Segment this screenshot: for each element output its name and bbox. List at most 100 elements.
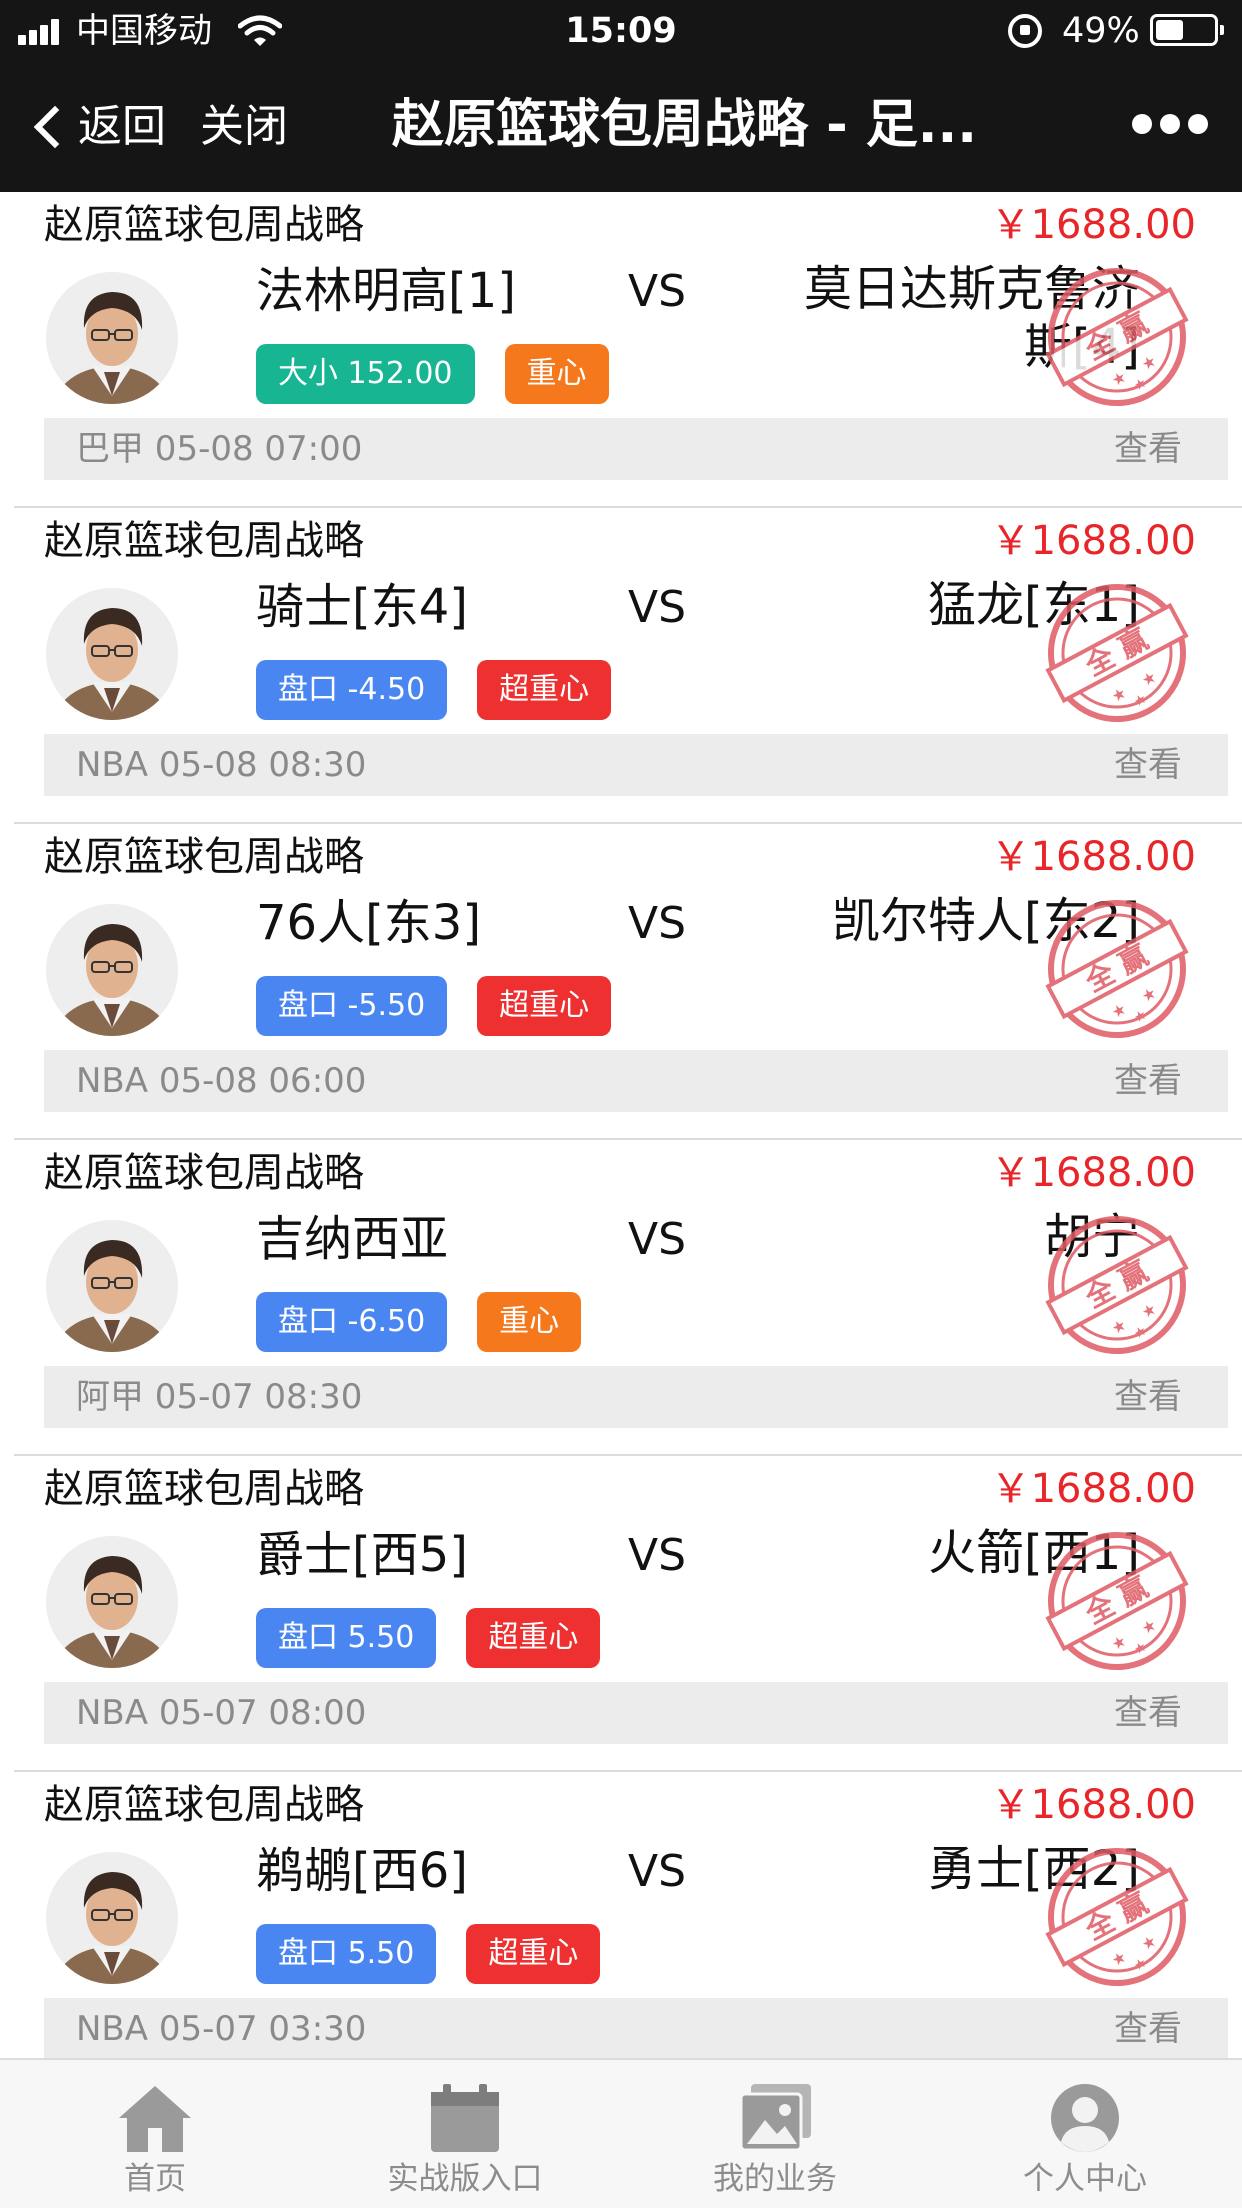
versus-label: VS (628, 898, 687, 949)
plan-title: 赵原篮球包周战略 (44, 1782, 364, 1828)
avatar (46, 272, 178, 404)
confidence-tag: 超重心 (477, 660, 612, 720)
versus-label: VS (628, 266, 687, 317)
tab-practice-entry[interactable]: 实战版入口 (310, 2060, 620, 2210)
home-team: 骑士[东4] (256, 579, 468, 635)
list-item[interactable]: 赵原篮球包周战略 ￥1688.00 法林明高[1] VS 莫日达斯克鲁济斯[4]… (0, 192, 1242, 508)
chevron-left-icon (33, 105, 77, 149)
win-stamp-icon: 全 赢 ★ ★ ★ (1045, 900, 1189, 1038)
odds-tag: 大小 152.00 (256, 344, 475, 404)
svg-text:★: ★ (1138, 351, 1160, 375)
match-info-bar: NBA 05-08 08:30 查看 (44, 734, 1228, 796)
avatar (46, 1852, 178, 1984)
avatar (46, 588, 178, 720)
status-bar: 中国移动 15:09 49% (0, 0, 1242, 62)
svg-text:★: ★ (1108, 1315, 1130, 1339)
page-title: 赵原篮球包周战略 - 足... (392, 95, 978, 155)
avatar (46, 1220, 178, 1352)
view-link[interactable]: 查看 (1114, 418, 1182, 480)
battery-icon (1150, 14, 1224, 46)
league-time: 阿甲 05-07 08:30 (76, 1377, 363, 1417)
tab-my-business[interactable]: 我的业务 (620, 2060, 930, 2210)
win-stamp-icon: 全 赢 ★ ★ ★ (1045, 1532, 1189, 1670)
tab-personal-center[interactable]: 个人中心 (930, 2060, 1240, 2210)
view-link[interactable]: 查看 (1114, 1050, 1182, 1112)
close-button[interactable]: 关闭 (200, 96, 288, 158)
league-time: 巴甲 05-08 07:00 (76, 429, 363, 469)
gallery-icon (739, 2084, 811, 2152)
win-stamp-icon: 全 赢 ★ ★ ★ (1045, 1848, 1189, 1986)
plan-title: 赵原篮球包周战略 (44, 518, 364, 564)
list-item[interactable]: 赵原篮球包周战略 ￥1688.00 吉纳西亚 VS 胡宁 盘口 -6.50 重心 (0, 1140, 1242, 1456)
list-item[interactable]: 赵原篮球包周战略 ￥1688.00 爵士[西5] VS 火箭[西1] 盘口 5.… (0, 1456, 1242, 1772)
svg-text:★: ★ (1138, 1931, 1160, 1955)
versus-label: VS (628, 1846, 687, 1897)
svg-text:★: ★ (1108, 999, 1130, 1023)
confidence-tag: 超重心 (466, 1608, 601, 1668)
price: ￥1688.00 (990, 1782, 1196, 1828)
avatar (46, 1536, 178, 1668)
versus-label: VS (628, 1530, 687, 1581)
plan-title: 赵原篮球包周战略 (44, 1150, 364, 1196)
home-icon (119, 2086, 191, 2152)
home-team: 鹈鹕[西6] (256, 1843, 468, 1899)
win-stamp-icon: 全 赢 ★ ★ ★ (1045, 1216, 1189, 1354)
league-time: NBA 05-07 08:00 (76, 1693, 367, 1733)
clock: 15:09 (565, 11, 677, 51)
svg-text:★: ★ (1131, 1323, 1150, 1343)
view-link[interactable]: 查看 (1114, 1998, 1182, 2058)
prediction-list: 赵原篮球包周战略 ￥1688.00 法林明高[1] VS 莫日达斯克鲁济斯[4]… (0, 192, 1242, 2058)
back-label: 返回 (78, 101, 166, 152)
battery-percent: 49% (1062, 11, 1140, 51)
svg-text:★: ★ (1131, 691, 1150, 711)
plan-title: 赵原篮球包周战略 (44, 1466, 364, 1512)
svg-text:★: ★ (1138, 1615, 1160, 1639)
list-item[interactable]: 赵原篮球包周战略 ￥1688.00 鹈鹕[西6] VS 勇士[西2] 盘口 5.… (0, 1772, 1242, 2058)
match-info-bar: 阿甲 05-07 08:30 查看 (44, 1366, 1228, 1428)
svg-text:★: ★ (1108, 1947, 1130, 1971)
svg-text:★: ★ (1131, 1955, 1150, 1975)
confidence-tag: 重心 (477, 1292, 582, 1352)
match-info-bar: NBA 05-07 03:30 查看 (44, 1998, 1228, 2058)
list-item[interactable]: 赵原篮球包周战略 ￥1688.00 76人[东3] VS 凯尔特人[东2] 盘口… (0, 824, 1242, 1140)
tab-home[interactable]: 首页 (0, 2060, 310, 2210)
navigation-bar: 返回 关闭 赵原篮球包周战略 - 足... (0, 62, 1242, 192)
league-time: NBA 05-08 08:30 (76, 745, 367, 785)
view-link[interactable]: 查看 (1114, 1366, 1182, 1428)
more-options-icon[interactable] (1132, 114, 1228, 140)
win-stamp-icon: 全 赢 ★ ★ ★ (1045, 268, 1189, 406)
confidence-tag: 超重心 (477, 976, 612, 1036)
match-info-bar: NBA 05-08 06:00 查看 (44, 1050, 1228, 1112)
tab-bar: 首页 实战版入口 我的业务 个人中心 (0, 2058, 1242, 2208)
tab-label: 实战版入口 (387, 2161, 543, 2197)
plan-title: 赵原篮球包周战略 (44, 202, 364, 248)
svg-text:★: ★ (1138, 667, 1160, 691)
calendar-icon (431, 2084, 499, 2152)
battery-fill (1156, 20, 1183, 40)
price: ￥1688.00 (990, 518, 1196, 564)
home-team: 法林明高[1] (256, 263, 516, 319)
home-team: 吉纳西亚 (256, 1211, 449, 1267)
price: ￥1688.00 (990, 1150, 1196, 1196)
rotation-lock-icon (1008, 14, 1042, 48)
home-team: 爵士[西5] (256, 1527, 468, 1583)
versus-label: VS (628, 1214, 687, 1265)
back-button[interactable]: 返回 (28, 96, 166, 158)
svg-text:★: ★ (1131, 1639, 1150, 1659)
odds-tag: 盘口 -4.50 (256, 660, 448, 720)
list-item[interactable]: 赵原篮球包周战略 ￥1688.00 骑士[东4] VS 猛龙[东1] 盘口 -4… (0, 508, 1242, 824)
price: ￥1688.00 (990, 1466, 1196, 1512)
view-link[interactable]: 查看 (1114, 1682, 1182, 1744)
plan-title: 赵原篮球包周战略 (44, 834, 364, 880)
odds-tag: 盘口 5.50 (256, 1924, 437, 1984)
match-info-bar: 巴甲 05-08 07:00 查看 (44, 418, 1228, 480)
svg-text:★: ★ (1108, 1631, 1130, 1655)
tab-label: 个人中心 (1023, 2161, 1147, 2197)
match-info-bar: NBA 05-07 08:00 查看 (44, 1682, 1228, 1744)
home-team: 76人[东3] (256, 895, 482, 951)
view-link[interactable]: 查看 (1114, 734, 1182, 796)
odds-tag: 盘口 -5.50 (256, 976, 448, 1036)
confidence-tag: 超重心 (466, 1924, 601, 1984)
league-time: NBA 05-07 03:30 (76, 2009, 367, 2049)
top-bar: 中国移动 15:09 49% 返回 关闭 赵原篮球包周战略 - 足... (0, 0, 1242, 192)
